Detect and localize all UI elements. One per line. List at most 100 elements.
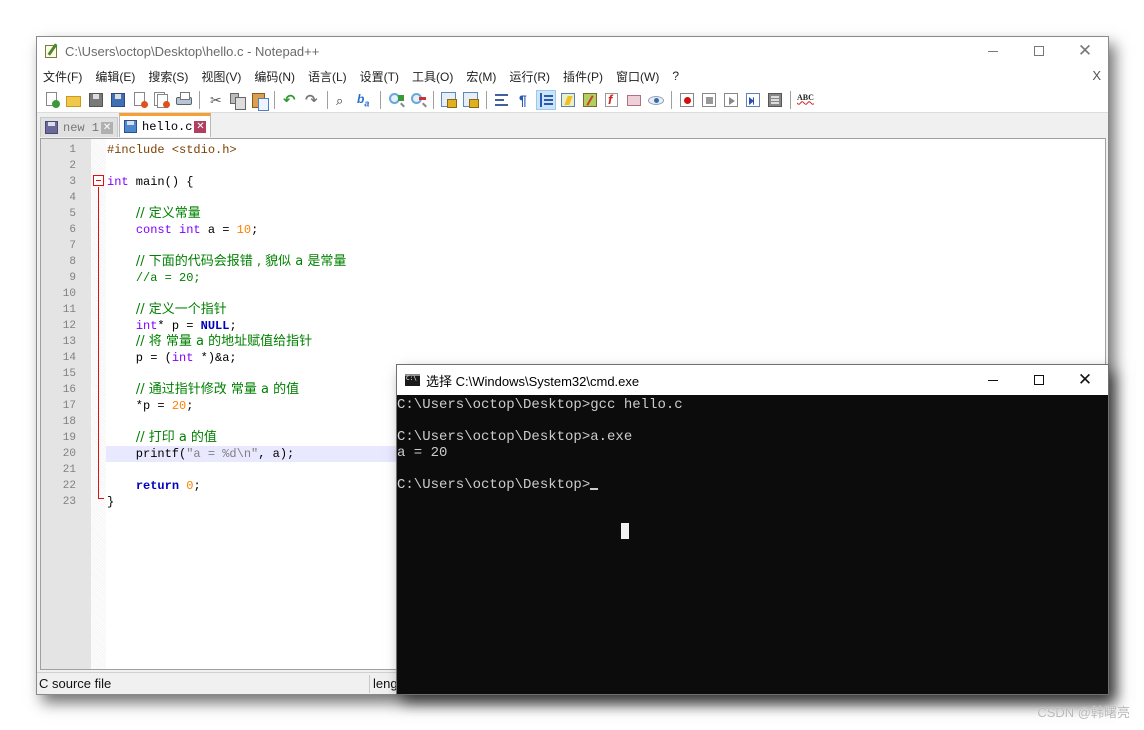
print-icon[interactable] [175, 91, 193, 109]
line-number: 21 [62, 464, 76, 476]
token-id: * p = [157, 319, 201, 333]
sync-vertical-icon[interactable] [440, 91, 458, 109]
cmd-minimize-button[interactable] [970, 365, 1016, 395]
status-length: leng [373, 676, 398, 691]
menu-item[interactable]: 语言(L) [308, 68, 347, 85]
console-output[interactable]: C:\Users\octop\Desktop>gcc hello.c C:\Use… [397, 395, 1108, 694]
open-file-icon[interactable] [65, 91, 83, 109]
folder-workspace-icon[interactable] [625, 91, 643, 109]
copy-icon[interactable] [228, 91, 246, 110]
watermark: CSDN @韩曙亮 [1037, 705, 1130, 720]
cmd-close-button[interactable]: ✕ [1062, 365, 1108, 395]
code-line[interactable]: 13 // 将 常量 a 的地址赋值给指针 [63, 334, 1105, 350]
code-text: p = (int *)&a; [106, 351, 237, 365]
code-line[interactable]: 11 // 定义一个指针 [63, 302, 1105, 318]
language-icon[interactable] [559, 91, 577, 109]
new-file-icon[interactable] [43, 91, 61, 109]
function-list-icon-glyph [605, 92, 618, 107]
menu-item[interactable]: 运行(R) [509, 68, 550, 85]
function-list-icon[interactable] [603, 91, 621, 109]
close-all-icon[interactable] [153, 91, 171, 109]
menu-item[interactable]: 宏(M) [466, 68, 496, 85]
menu-item[interactable]: 编码(N) [254, 68, 295, 85]
menu-item[interactable]: 编辑(E) [95, 68, 135, 85]
code-line[interactable]: 7 [69, 238, 1105, 254]
code-line[interactable]: 8 // 下面的代码会报错 , 貌似 a 是常量 [69, 254, 1105, 270]
tab-hello-c[interactable]: hello.c ✕ [119, 113, 212, 137]
close-button[interactable]: ✕ [1062, 37, 1108, 65]
redo-icon[interactable]: ↷ [303, 91, 321, 109]
show-all-chars-icon[interactable]: ¶ [515, 91, 533, 109]
play-macro-icon[interactable] [722, 91, 740, 109]
code-line[interactable]: 1 #include <stdio.h> [69, 142, 1105, 158]
cmd-maximize-button[interactable] [1016, 365, 1062, 395]
close-icon[interactable] [131, 91, 149, 109]
code-line[interactable]: 12 int* p = NULL; [63, 318, 1105, 334]
indent-guide-icon[interactable] [536, 89, 556, 110]
monitoring-icon[interactable] [647, 91, 665, 109]
menu-item[interactable]: 搜索(S) [148, 68, 188, 85]
save-icon [45, 121, 58, 134]
zoom-in-icon[interactable] [387, 91, 405, 109]
token-kw: int [107, 175, 129, 189]
token-id [107, 431, 136, 445]
run-macro-multiple-icon[interactable] [744, 91, 762, 109]
cut-icon-glyph: ✂ [210, 91, 222, 108]
tab-close-icon[interactable]: ✕ [101, 121, 114, 134]
cmd-window-title: 选择 C:\Windows\System32\cmd.exe [426, 373, 640, 389]
record-macro-icon[interactable] [678, 91, 696, 109]
cut-icon[interactable]: ✂ [206, 91, 224, 109]
code-line[interactable]: 9 //a = 20; [69, 270, 1105, 286]
menu-item[interactable]: 文件(F) [43, 68, 82, 85]
zoom-out-icon-glyph [419, 96, 426, 100]
zoom-out-icon[interactable] [409, 91, 427, 109]
minimize-button[interactable] [970, 37, 1016, 65]
menu-item[interactable]: 窗口(W) [616, 68, 659, 85]
code-line[interactable]: 4 [69, 190, 1105, 206]
code-line[interactable]: 5 // 定义常量 [69, 206, 1105, 222]
maximize-button[interactable] [1016, 37, 1062, 65]
toolbar-separator [433, 90, 434, 109]
code-text: // 打印 a 的值 [106, 430, 217, 445]
stop-macro-icon[interactable] [700, 91, 718, 109]
menu-item[interactable]: ? [672, 69, 679, 83]
save-icon[interactable] [87, 91, 105, 109]
cmd-title-bar[interactable]: 选择 C:\Windows\System32\cmd.exe ✕ [397, 365, 1108, 395]
word-wrap-icon-glyph [495, 93, 508, 106]
sync-horizontal-icon[interactable] [462, 91, 480, 109]
token-id [107, 255, 136, 269]
menu-item[interactable]: 插件(P) [563, 68, 603, 85]
code-line[interactable]: 3 int main() { [69, 174, 1105, 190]
replace-icon[interactable]: ba [356, 91, 374, 109]
token-id: printf( [107, 447, 187, 461]
save-all-icon[interactable] [109, 91, 127, 109]
line-number: 10 [62, 288, 76, 300]
console-line-text: C:\Users\octop\Desktop> [397, 477, 591, 493]
close-document-button[interactable]: X [1092, 68, 1101, 83]
tab-close-icon[interactable]: ✕ [194, 120, 207, 133]
code-line[interactable]: 10 [63, 286, 1105, 302]
line-number: 16 [62, 384, 76, 396]
find-icon[interactable]: ⌕ [334, 91, 352, 109]
document-map-icon[interactable] [581, 91, 599, 109]
word-wrap-icon[interactable] [493, 91, 511, 109]
zoom-in-icon-glyph [398, 94, 404, 101]
code-line[interactable]: 2 [69, 158, 1105, 174]
spell-check-icon[interactable]: ABC [797, 91, 815, 109]
save-macro-icon[interactable] [766, 91, 784, 109]
fold-collapse-icon[interactable] [93, 175, 104, 186]
title-bar[interactable]: C:\Users\octop\Desktop\hello.c - Notepad… [37, 37, 1108, 65]
menu-item[interactable]: 视图(V) [201, 68, 241, 85]
menu-item[interactable]: 工具(O) [412, 68, 453, 85]
code-text: //a = 20; [106, 271, 201, 285]
fold-range-line [98, 187, 99, 499]
menu-item[interactable]: 设置(T) [360, 68, 399, 85]
code-line[interactable]: 6 const int a = 10; [69, 222, 1105, 238]
paste-icon[interactable] [250, 91, 269, 111]
undo-icon[interactable]: ↶ [281, 91, 299, 109]
line-number: 19 [62, 432, 76, 444]
tab-new-1[interactable]: new 1 ✕ [40, 117, 119, 137]
token-cmt: // 下面的代码会报错 , 貌似 a 是常量 [135, 254, 347, 269]
